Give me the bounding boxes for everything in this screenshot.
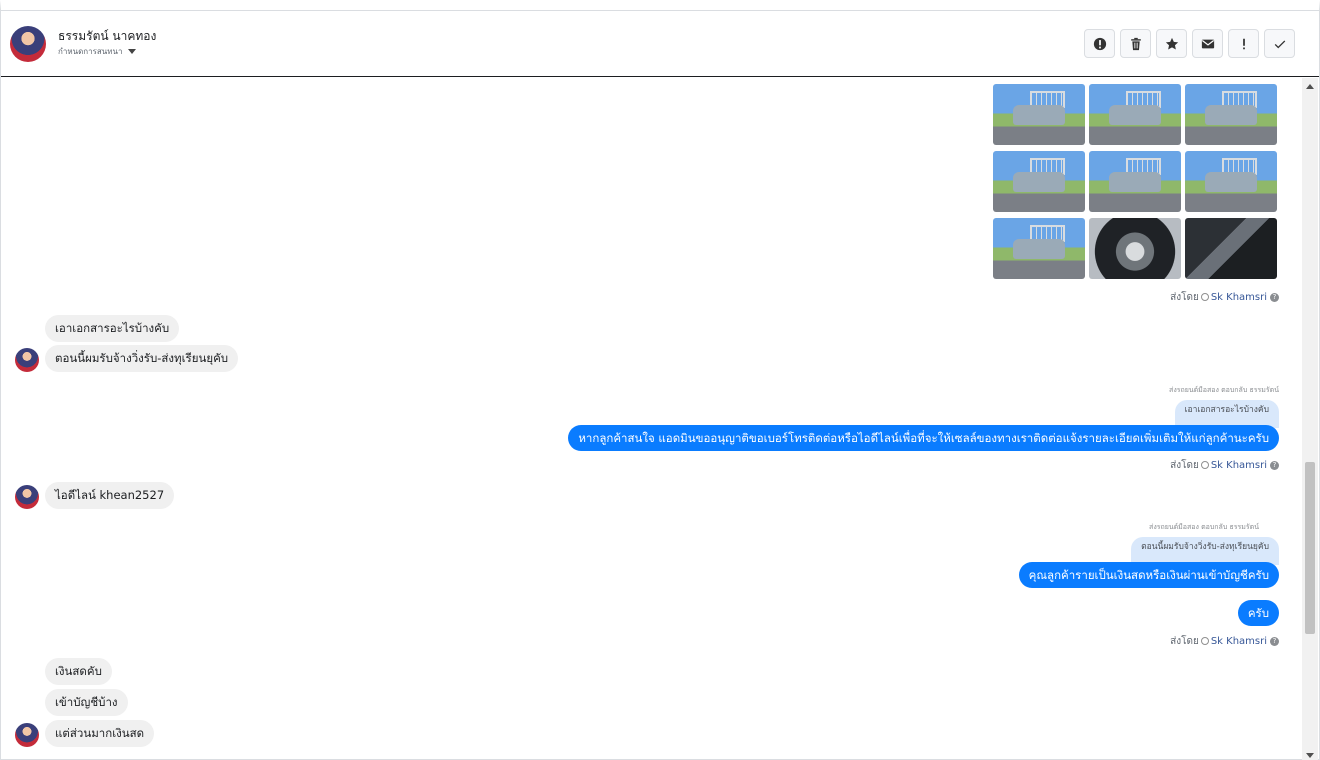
car-photo[interactable] [1185,84,1277,145]
reply-note: ส่งรถยนต์มือสอง ตอบกลับ ธรรมรัตน์ [1169,386,1279,394]
user-icon [1200,637,1209,645]
outgoing-message[interactable]: หากลูกค้าสนใจ แอดมินขออนุญาติขอเบอร์โทรต… [568,425,1279,451]
photo-gallery [993,84,1279,279]
car-photo[interactable] [1185,151,1277,212]
car-photo[interactable] [993,84,1085,145]
delete-button[interactable] [1120,29,1151,58]
avatar[interactable] [10,26,46,62]
car-photo[interactable] [1089,218,1181,279]
help-icon[interactable]: ? [1270,636,1279,646]
car-photo[interactable] [993,151,1085,212]
schedule-label: กำหนดการสนทนา [58,47,123,56]
conversation-header: ธรรมรัตน์ นาคทอง กำหนดการสนทนา [1,11,1319,77]
envelope-icon [1201,39,1214,48]
incoming-message[interactable]: ตอนนี้ผมรับจ้างวิ่งรับ-ส่งทุเรียนยุคับ [45,345,239,372]
mark-done-button[interactable] [1264,29,1295,58]
trash-icon [1130,37,1141,50]
sent-by-label: ส่งโดย Sk Khamsri? [1170,458,1279,473]
scroll-thumb[interactable] [1305,462,1315,634]
report-button[interactable] [1084,29,1115,58]
car-photo[interactable] [1185,218,1277,279]
contact-name[interactable]: ธรรมรัตน์ นาคทอง [58,27,156,46]
car-photo[interactable] [1089,84,1181,145]
conversation-schedule-dropdown[interactable]: กำหนดการสนทนา [58,45,136,58]
mark-unread-button[interactable] [1192,29,1223,58]
car-photo[interactable] [993,218,1085,279]
incoming-message[interactable]: แต่ส่วนมากเงินสด [45,720,155,747]
scrollbar[interactable] [1302,78,1318,760]
incoming-message[interactable]: เอาเอกสารอะไรบ้างคับ [45,315,180,342]
incoming-message[interactable]: เงินสดคับ [45,658,112,685]
message-thread[interactable]: ส่งโดย Sk Khamsri? เอาเอกสารอะไรบ้างคับ ต… [1,78,1301,760]
scroll-down-arrow-icon[interactable] [1306,753,1314,758]
quoted-message[interactable]: ตอนนี้ผมรับจ้างวิ่งรับ-ส่งทุเรียนยุคับ [1131,537,1279,565]
sender-link[interactable]: Sk Khamsri [1211,636,1267,647]
user-icon [1200,293,1209,301]
sender-link[interactable]: Sk Khamsri [1211,460,1267,471]
help-icon[interactable]: ? [1270,292,1279,302]
avatar [15,348,39,372]
help-icon[interactable]: ? [1270,460,1279,470]
flag-button[interactable] [1228,29,1259,58]
avatar [15,723,39,747]
alert-circle-icon [1093,37,1106,50]
outgoing-message[interactable]: ครับ [1237,600,1279,626]
exclamation-icon [1242,38,1245,49]
star-button[interactable] [1156,29,1187,58]
sent-by-label: ส่งโดย Sk Khamsri? [1170,290,1279,305]
car-photo[interactable] [1089,151,1181,212]
incoming-message[interactable]: ไอดีไลน์ khean2527 [45,482,175,509]
sender-link[interactable]: Sk Khamsri [1211,292,1267,303]
quoted-message[interactable]: เอาเอกสารอะไรบ้างคับ [1174,400,1279,428]
sent-by-label: ส่งโดย Sk Khamsri? [1170,634,1279,649]
user-icon [1200,461,1209,469]
toolbar [1084,29,1295,58]
scroll-up-arrow-icon[interactable] [1306,84,1314,89]
incoming-message[interactable]: เข้าบัญชีบ้าง [45,689,128,716]
caret-down-icon [127,49,136,54]
check-icon [1274,39,1285,48]
outgoing-message[interactable]: คุณลูกค้ารายเป็นเงินสดหรือเงินผ่านเข้าบั… [1018,562,1279,588]
reply-note: ส่งรถยนต์มือสอง ตอบกลับ ธรรมรัตน์ [1149,523,1259,531]
avatar [15,485,39,509]
star-icon [1165,37,1178,50]
